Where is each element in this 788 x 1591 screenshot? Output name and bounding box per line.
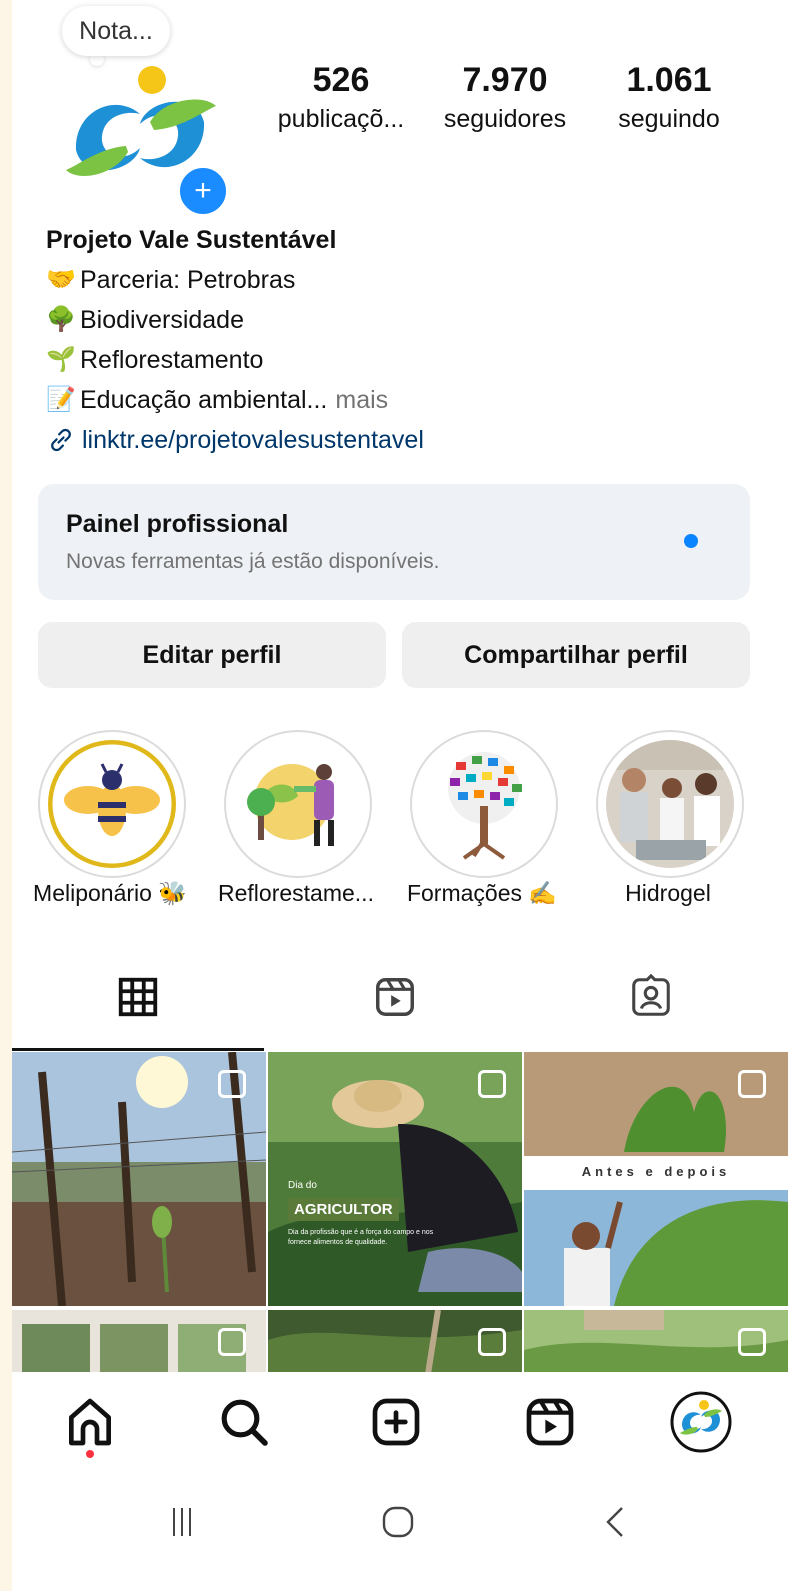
profile-name: Projeto Vale Sustentável xyxy=(46,226,337,254)
stat-followers[interactable]: 7.970 seguidores xyxy=(430,58,580,136)
panel-subtitle: Novas ferramentas já estão disponíveis. xyxy=(66,550,440,573)
home-icon[interactable] xyxy=(62,1394,118,1450)
stat-posts[interactable]: 526 publicaçõ... xyxy=(266,58,416,136)
grid-icon[interactable] xyxy=(115,974,161,1020)
home-button-icon[interactable] xyxy=(378,1502,418,1542)
carousel-icon xyxy=(218,1070,246,1098)
highlight-label: Meliponário 🐝 xyxy=(33,880,187,906)
post-heading-small: Dia do xyxy=(288,1180,317,1191)
create-icon[interactable] xyxy=(368,1394,424,1450)
reels-icon[interactable] xyxy=(522,1394,578,1450)
highlight-label: Hidrogel xyxy=(625,880,711,906)
recent-apps-icon[interactable] xyxy=(162,1502,202,1542)
panel-title: Painel profissional xyxy=(66,510,289,538)
highlight-hidrogel[interactable] xyxy=(596,730,744,878)
carousel-icon xyxy=(218,1328,246,1356)
bottom-navigation xyxy=(12,1372,788,1472)
stat-posts-count: 526 xyxy=(312,61,370,99)
reels-icon[interactable] xyxy=(372,974,418,1020)
share-profile-button[interactable]: Compartilhar perfil xyxy=(402,622,750,688)
bio-line-text: Parceria: Petrobras xyxy=(80,266,296,294)
seedling-icon: 🌱 xyxy=(46,346,76,373)
carousel-icon xyxy=(738,1328,766,1356)
memo-icon: 📝 xyxy=(46,386,76,413)
carousel-icon xyxy=(478,1328,506,1356)
post-thumbnail[interactable] xyxy=(268,1310,522,1374)
stat-following[interactable]: 1.061 seguindo xyxy=(604,58,734,136)
post-thumbnail[interactable] xyxy=(12,1052,266,1306)
post-thumbnail[interactable]: Dia do AGRICULTOR Dia da profissão que é… xyxy=(268,1052,522,1306)
post-banner: Antes e depois xyxy=(581,1164,731,1179)
highlight-cover xyxy=(48,740,176,868)
note-bubble[interactable]: Nota... xyxy=(62,6,170,56)
tree-icon: 🌳 xyxy=(46,306,76,333)
profile-bio: Projeto Vale Sustentável 🤝 Parceria: Pet… xyxy=(46,220,766,460)
search-icon[interactable] xyxy=(216,1394,272,1450)
bio-link[interactable]: linktr.ee/projetovalesustentavel xyxy=(82,420,424,460)
handshake-icon: 🤝 xyxy=(46,266,76,293)
edit-profile-button[interactable]: Editar perfil xyxy=(38,622,386,688)
stat-followers-count: 7.970 xyxy=(462,61,548,99)
profile-screen: Nota... + 526 publicaçõ... 7.970 seguido… xyxy=(12,0,788,1591)
post-caption: Dia da profissão que é a força do campo … xyxy=(288,1229,434,1246)
carousel-icon xyxy=(478,1070,506,1098)
highlight-reflorestamento[interactable] xyxy=(224,730,372,878)
post-thumbnail[interactable] xyxy=(12,1310,266,1374)
notification-dot xyxy=(684,534,698,548)
knowledge-tree-icon xyxy=(420,740,548,868)
bio-line: 📝 Educação ambiental... mais xyxy=(46,380,766,420)
highlight-cover xyxy=(234,740,362,868)
post-thumbnail[interactable]: Antes e depois xyxy=(524,1052,788,1306)
post-thumbnail[interactable] xyxy=(524,1310,788,1374)
reforestation-illustration-icon xyxy=(234,740,362,868)
stat-followers-label: seguidores xyxy=(443,105,567,133)
highlight-cover xyxy=(606,740,734,868)
stat-following-label: seguindo xyxy=(618,105,720,133)
highlight-label: Formações ✍️ xyxy=(406,880,558,906)
bee-icon xyxy=(48,740,176,868)
bio-link-row[interactable]: linktr.ee/projetovalesustentavel xyxy=(46,420,766,460)
note-text: Nota... xyxy=(79,16,153,45)
edit-profile-label: Editar perfil xyxy=(142,640,282,669)
bio-line: 🤝 Parceria: Petrobras xyxy=(46,260,766,300)
add-story-button[interactable]: + xyxy=(176,164,230,218)
highlight-label: Reflorestame... xyxy=(218,880,374,906)
post-heading: AGRICULTOR xyxy=(288,1198,399,1221)
professional-dashboard[interactable]: Painel profissional Novas ferramentas já… xyxy=(38,484,750,600)
back-icon[interactable] xyxy=(596,1502,636,1542)
bio-line: 🌱 Reflorestamento xyxy=(46,340,766,380)
tagged-icon[interactable] xyxy=(628,974,674,1020)
hydrogel-photo-icon xyxy=(606,740,734,868)
carousel-icon xyxy=(738,1070,766,1098)
link-icon xyxy=(51,428,71,452)
highlight-formacoes[interactable] xyxy=(410,730,558,878)
bio-line-text: Biodiversidade xyxy=(80,306,244,334)
profile-avatar-icon[interactable] xyxy=(670,1391,732,1453)
highlight-meliponario[interactable] xyxy=(38,730,186,878)
stat-following-count: 1.061 xyxy=(626,61,712,99)
stat-posts-label: publicaçõ... xyxy=(277,105,405,133)
active-tab-indicator xyxy=(12,1048,264,1051)
bio-line: 🌳 Biodiversidade xyxy=(46,300,766,340)
highlight-cover xyxy=(420,740,548,868)
system-navigation-bar xyxy=(12,1472,788,1591)
bio-line-text: Educação ambiental... xyxy=(80,386,328,414)
plus-icon: + xyxy=(194,174,212,207)
bio-more-link[interactable]: mais xyxy=(335,380,388,420)
bio-line-text: Reflorestamento xyxy=(80,346,264,374)
share-profile-label: Compartilhar perfil xyxy=(464,640,688,669)
notification-dot xyxy=(86,1450,94,1458)
